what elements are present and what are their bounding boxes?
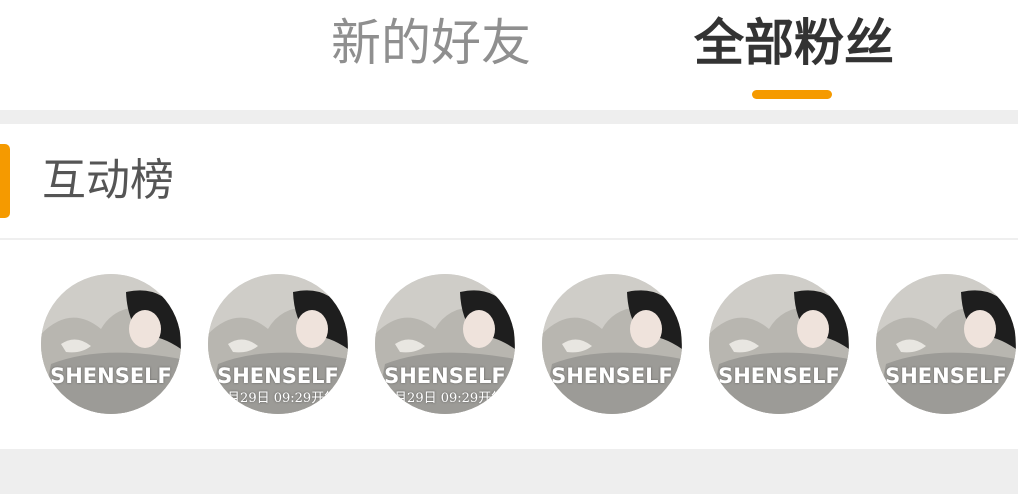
avatar-title: SHENSELF — [551, 364, 673, 388]
tab-bar: 新的好友 全部粉丝 — [0, 0, 1018, 110]
fan-avatar[interactable]: SHENSELF — [41, 274, 181, 414]
avatar-photo — [709, 274, 849, 414]
separator-band — [0, 110, 1018, 124]
section-accent-bar — [0, 144, 10, 218]
avatar-title: SHENSELF — [718, 364, 840, 388]
section-title: 互动榜 — [42, 155, 174, 206]
fan-avatar[interactable]: SHENSELF 5月29日 09:29开售 — [208, 274, 348, 414]
fan-avatar[interactable]: SHENSELF — [542, 274, 682, 414]
tab-new-friends[interactable]: 新的好友 — [331, 8, 531, 78]
fan-avatar[interactable]: SHENSELF 5月29日 09:29开售 — [375, 274, 515, 414]
avatar-title: SHENSELF — [217, 364, 339, 388]
avatar-row: SHENSELF SHENSELF 5月29日 09:29开售 SHENSELF… — [0, 240, 1018, 449]
avatar-photo — [542, 274, 682, 414]
fans-page: 新的好友 全部粉丝 互动榜 SHENSELF SHENSELF 5月29日 09… — [0, 0, 1018, 494]
active-tab-indicator — [752, 90, 832, 99]
fan-avatar[interactable]: SHENSELF — [709, 274, 849, 414]
separator-band — [0, 449, 1018, 494]
avatar-title: SHENSELF — [885, 364, 1007, 388]
fan-avatar[interactable]: SHENSELF — [876, 274, 1016, 414]
avatar-date: 5月29日 09:29开售 — [218, 391, 338, 406]
avatar-title: SHENSELF — [384, 364, 506, 388]
avatar-title: SHENSELF — [50, 364, 172, 388]
tab-all-fans[interactable]: 全部粉丝 — [694, 8, 894, 78]
avatar-photo — [41, 274, 181, 414]
section-header: 互动榜 — [0, 124, 1018, 240]
avatar-date: 5月29日 09:29开售 — [385, 391, 505, 406]
avatar-photo — [876, 274, 1016, 414]
